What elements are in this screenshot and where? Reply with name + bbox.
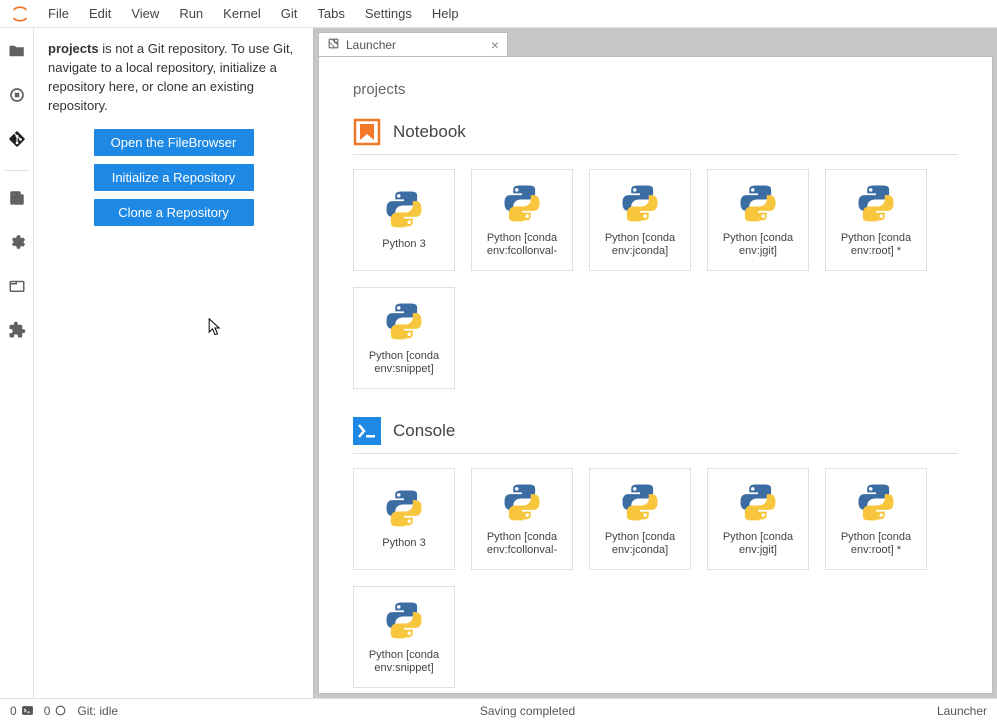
running-icon[interactable]	[0, 78, 34, 112]
launcher-card[interactable]: Python [conda env:fcollonval-	[471, 468, 573, 570]
tab-launcher[interactable]: Launcher ×	[318, 32, 508, 56]
card-label: Python [conda env:snippet]	[360, 350, 448, 376]
menu-git[interactable]: Git	[271, 2, 308, 25]
console-section-icon	[353, 417, 381, 445]
card-label: Python [conda env:root] *	[832, 531, 920, 557]
launcher-tab-icon	[327, 37, 340, 53]
menu-view[interactable]: View	[121, 2, 169, 25]
git-repo-name: projects	[48, 41, 99, 56]
python-icon	[383, 599, 425, 641]
card-label: Python [conda env:root] *	[832, 232, 920, 258]
python-icon	[501, 182, 543, 224]
git-button-group: Open the FileBrowser Initialize a Reposi…	[48, 129, 299, 226]
section-divider	[353, 453, 958, 454]
status-kernels[interactable]: 0	[44, 704, 68, 718]
python-icon	[619, 481, 661, 523]
clone-repo-button[interactable]: Clone a Repository	[94, 199, 254, 226]
python-icon	[737, 481, 779, 523]
launcher-card[interactable]: Python [conda env:jgit]	[707, 169, 809, 271]
python-icon	[855, 182, 897, 224]
card-label: Python [conda env:fcollonval-	[478, 531, 566, 557]
card-label: Python [conda env:jconda]	[596, 232, 684, 258]
status-mode[interactable]: Launcher	[937, 704, 987, 718]
card-label: Python 3	[382, 238, 425, 251]
section-title: Console	[393, 421, 455, 441]
tabs-icon[interactable]	[0, 269, 34, 303]
python-icon	[619, 182, 661, 224]
tab-bar: Launcher ×	[314, 28, 997, 56]
menu-tabs[interactable]: Tabs	[307, 2, 354, 25]
python-icon	[383, 300, 425, 342]
git-panel-message: projects is not a Git repository. To use…	[48, 40, 299, 115]
status-bar: 0 0 Git: idle Saving completed Launcher	[0, 698, 997, 722]
initialize-repo-button[interactable]: Initialize a Repository	[94, 164, 254, 191]
python-icon	[383, 487, 425, 529]
jupyter-logo	[10, 4, 30, 24]
menu-file[interactable]: File	[38, 2, 79, 25]
open-filebrowser-button[interactable]: Open the FileBrowser	[94, 129, 254, 156]
status-center: Saving completed	[480, 704, 575, 718]
section-header-notebook: Notebook	[353, 118, 958, 146]
launcher-scroll[interactable]: projects Notebook Python 3 Python [conda…	[319, 57, 992, 693]
menu-settings[interactable]: Settings	[355, 2, 422, 25]
launcher-card[interactable]: Python [conda env:fcollonval-	[471, 169, 573, 271]
launcher-card[interactable]: Python 3	[353, 468, 455, 570]
launcher-card[interactable]: Python [conda env:snippet]	[353, 287, 455, 389]
tab-label: Launcher	[346, 38, 396, 52]
python-icon	[855, 481, 897, 523]
card-grid-console: Python 3 Python [conda env:fcollonval- P…	[353, 468, 958, 688]
menubar: FileEditViewRunKernelGitTabsSettingsHelp	[0, 0, 997, 28]
card-label: Python [conda env:jgit]	[714, 531, 802, 557]
card-label: Python [conda env:snippet]	[360, 649, 448, 675]
activity-divider	[5, 170, 29, 171]
activity-bar	[0, 28, 34, 698]
main-area: projects is not a Git repository. To use…	[0, 28, 997, 698]
section-header-console: Console	[353, 417, 958, 445]
launcher-card[interactable]: Python [conda env:snippet]	[353, 586, 455, 688]
python-icon	[737, 182, 779, 224]
folder-icon[interactable]	[0, 34, 34, 68]
menu-help[interactable]: Help	[422, 2, 469, 25]
menu-run[interactable]: Run	[169, 2, 213, 25]
card-grid-notebook: Python 3 Python [conda env:fcollonval- P…	[353, 169, 958, 389]
card-label: Python 3	[382, 537, 425, 550]
commands-icon[interactable]	[0, 181, 34, 215]
status-git[interactable]: Git: idle	[77, 704, 118, 718]
dock-panel: Launcher × projects Notebook Python 3 Py…	[314, 28, 997, 698]
close-icon[interactable]: ×	[491, 38, 499, 52]
launcher-card[interactable]: Python [conda env:root] *	[825, 468, 927, 570]
menu-kernel[interactable]: Kernel	[213, 2, 271, 25]
python-icon	[501, 481, 543, 523]
section-title: Notebook	[393, 122, 466, 142]
launcher-card[interactable]: Python [conda env:jconda]	[589, 468, 691, 570]
menu-edit[interactable]: Edit	[79, 2, 121, 25]
git-icon[interactable]	[0, 122, 34, 156]
card-label: Python [conda env:fcollonval-	[478, 232, 566, 258]
launcher-content: projects Notebook Python 3 Python [conda…	[318, 56, 993, 694]
card-label: Python [conda env:jgit]	[714, 232, 802, 258]
git-panel: projects is not a Git repository. To use…	[34, 28, 314, 698]
status-terminals[interactable]: 0	[10, 704, 34, 718]
section-divider	[353, 154, 958, 155]
launcher-card[interactable]: Python [conda env:root] *	[825, 169, 927, 271]
settings-icon[interactable]	[0, 225, 34, 259]
python-icon	[383, 188, 425, 230]
extension-icon[interactable]	[0, 313, 34, 347]
card-label: Python [conda env:jconda]	[596, 531, 684, 557]
launcher-card[interactable]: Python 3	[353, 169, 455, 271]
launcher-card[interactable]: Python [conda env:jgit]	[707, 468, 809, 570]
launcher-card[interactable]: Python [conda env:jconda]	[589, 169, 691, 271]
launcher-breadcrumb: projects	[353, 81, 958, 98]
notebook-section-icon	[353, 118, 381, 146]
